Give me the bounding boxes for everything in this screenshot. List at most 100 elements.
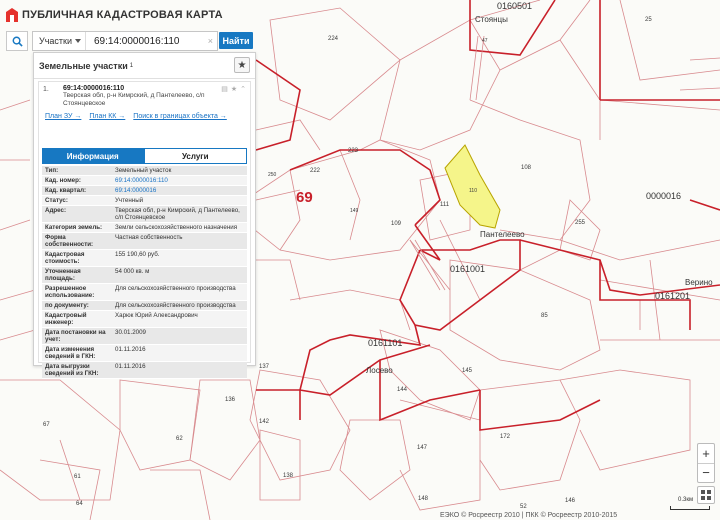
parcel-label: 224 (328, 36, 339, 42)
attribute-value-link[interactable]: 69:14:0000016:110 (112, 176, 247, 185)
result-actions: ▤ ★ ⌃ (221, 85, 246, 93)
find-button[interactable]: Найти (219, 32, 253, 49)
attribute-value: Для сельскохозяйственного производства (115, 302, 236, 309)
parcel-label: 85 (541, 313, 548, 319)
zoom-in-button[interactable]: + (698, 444, 714, 464)
parcel-label: 111 (440, 202, 450, 208)
attribute-row: Кадастровая стоимость: 155 190,60 руб. (42, 250, 247, 267)
search-type-select[interactable]: Участки (33, 32, 86, 50)
zoom-out-button[interactable]: − (698, 464, 714, 483)
attribute-row: Адрес: Тверская обл, р-н Кимрский, д Пант… (42, 206, 247, 223)
attribute-key: по документу: (45, 302, 89, 309)
village-label-stoyantsy: Стоянцы (475, 15, 508, 24)
region-label: 69 (296, 189, 313, 206)
attribute-value: 30.01.2009 (115, 329, 146, 336)
attribute-key: Адрес: (45, 207, 67, 214)
attribute-value: Земли сельскохозяйственного назначения (115, 224, 238, 231)
search-bar: Участки 69:14:0000016:110 × (32, 31, 218, 51)
parcel-label: 147 (417, 445, 428, 451)
favorite-button[interactable]: ★ (234, 57, 250, 73)
attribute-row: Кад. квартал: 69:14:0000016 (42, 186, 247, 196)
info-tabs: Информация Услуги (42, 148, 247, 164)
parcel-label: 108 (521, 165, 532, 171)
layers-button[interactable] (697, 486, 715, 504)
attribute-key: Разрешенное использование: (45, 285, 95, 299)
parcel-label: 146 (565, 498, 576, 504)
quarter-label: 0000016 (646, 191, 681, 201)
result-summary[interactable]: 1. 69:14:0000016:110 Тверская обл, р-н К… (39, 82, 250, 120)
attribute-row: Тип: Земельный участок (42, 166, 247, 176)
attribute-row: Форма собственности: Частная собственност… (42, 233, 247, 250)
search-toggle-button[interactable] (6, 31, 28, 51)
attribute-value: Тверская обл, р-н Кимрский, д Пантелеево… (115, 207, 240, 221)
results-panel: Земельные участки 1 ★ 1. 69:14:0000016:11… (33, 52, 256, 379)
chevron-down-icon (75, 39, 81, 43)
attribute-value: Земельный участок (115, 167, 172, 174)
search-in-bounds-link[interactable]: Поиск в границах объекта → (133, 113, 227, 120)
attribute-row: Уточненная площадь: 54 000 кв. м (42, 267, 247, 284)
parcel-label: 64 (76, 501, 83, 507)
plan-zu-link[interactable]: План ЗУ → (45, 113, 81, 120)
parcel-label: 250 (268, 172, 277, 178)
attribute-value: Учтенный (115, 197, 144, 204)
parcel-label: 136 (225, 397, 236, 403)
parcel-label: 145 (462, 368, 473, 374)
attribute-row: Статус: Учтенный (42, 196, 247, 206)
app-title: ПУБЛИЧНАЯ КАДАСТРОВАЯ КАРТА (22, 9, 223, 21)
parcel-label: 144 (397, 387, 408, 393)
attribute-key: Дата выгрузки сведений из ГКН: (45, 363, 99, 377)
parcel-label: 137 (259, 364, 270, 370)
print-icon[interactable]: ▤ (221, 85, 228, 93)
tab-services[interactable]: Услуги (143, 148, 247, 164)
parcel-label: 62 (176, 436, 183, 442)
quarter-label: 0161201 (655, 291, 690, 301)
parcel-label: 109 (391, 221, 402, 227)
attribute-row: Разрешенное использование: Для сельскохоз… (42, 284, 247, 301)
attribute-key: Форма собственности: (45, 234, 94, 248)
attribute-key: Кадастровый инженер: (45, 312, 87, 326)
attribute-row: Кадастровый инженер: Харюк Юрий Александр… (42, 311, 247, 328)
parcel-label: 149 (350, 208, 359, 214)
attribute-row: по документу: Для сельскохозяйственного п… (42, 301, 247, 311)
attribute-key: Кад. квартал: (45, 187, 87, 194)
attributes-table: Тип: Земельный участок Кад. номер: 69:14:00… (42, 166, 247, 379)
search-type-label: Участки (39, 36, 72, 46)
zoom-control: + − (697, 443, 715, 483)
tab-info[interactable]: Информация (42, 148, 144, 164)
plan-kk-link[interactable]: План КК → (89, 113, 125, 120)
attribute-row: Категория земель: Земли сельскохозяйствен… (42, 223, 247, 233)
parcel-label: 52 (520, 504, 527, 510)
attribute-row: Дата постановки на учет: 30.01.2009 (42, 328, 247, 345)
parcel-label: 67 (43, 422, 50, 428)
village-label-panteleevo: Пантелеево (480, 230, 525, 239)
chevron-up-icon[interactable]: ⌃ (240, 85, 246, 93)
clear-icon[interactable]: × (208, 36, 217, 46)
attribute-value-link[interactable]: 69:14:0000016 (112, 186, 247, 195)
attribute-row: Кад. номер: 69:14:0000016:110 (42, 176, 247, 186)
search-input[interactable]: 69:14:0000016:110 (86, 36, 208, 47)
parcel-label: 222 (310, 168, 321, 174)
logo-icon (6, 8, 18, 22)
attribute-key: Кадастровая стоимость: (45, 251, 85, 265)
attribution: ЕЭКО © Росреестр 2010 | ПКК © Росреестр … (440, 512, 618, 519)
attribute-key: Уточненная площадь: (45, 268, 81, 282)
attribute-value: 01.11.2016 (115, 346, 146, 353)
attribute-value: Для сельскохозяйственного производства (115, 285, 236, 292)
result-card: 1. 69:14:0000016:110 Тверская обл, р-н К… (38, 81, 251, 379)
village-label-losevo: Лосево (366, 366, 393, 375)
scale-label: 0.3км (678, 497, 694, 503)
quarter-label: 0161101 (368, 338, 402, 348)
star-icon[interactable]: ★ (231, 85, 237, 93)
parcel-label: 148 (418, 496, 429, 502)
attribute-key: Кад. номер: (45, 177, 81, 184)
attribute-value: Харюк Юрий Александрович (115, 312, 198, 319)
scale-bar (670, 506, 710, 510)
parcel-label: 142 (259, 419, 270, 425)
parcel-label: 110 (469, 188, 477, 194)
attribute-key: Тип: (45, 167, 59, 174)
attribute-row: Дата выгрузки сведений из ГКН: 01.11.2016 (42, 362, 247, 379)
attribute-row: Дата изменения сведений в ГКН: 01.11.2016 (42, 345, 247, 362)
parcel-label: 223 (348, 148, 359, 154)
attribute-value: 155 190,60 руб. (115, 251, 160, 258)
panel-header: Земельные участки 1 ★ (34, 53, 255, 79)
